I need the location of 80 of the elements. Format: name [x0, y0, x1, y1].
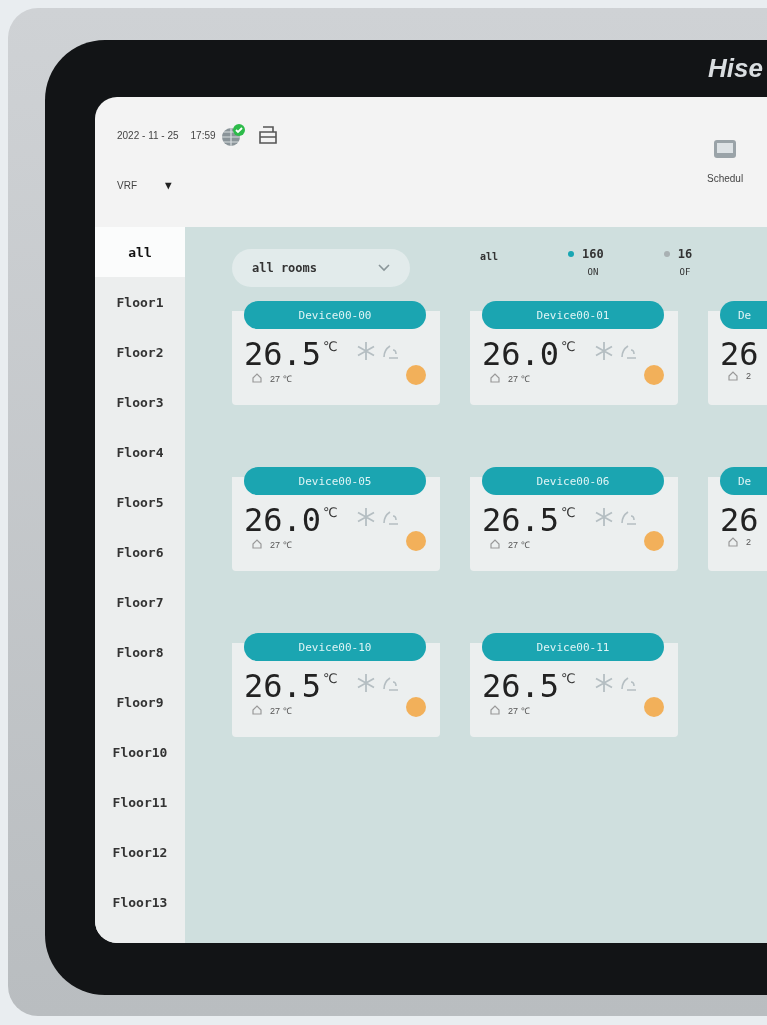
set-temperature: 26.5 [482, 669, 560, 703]
floor-item[interactable]: Floor13 [95, 877, 185, 927]
floor-item[interactable]: Floor12 [95, 827, 185, 877]
home-icon [728, 537, 738, 547]
power-button[interactable] [406, 365, 426, 385]
all-filter[interactable]: all [480, 251, 499, 262]
device-card[interactable]: De 26 2 [708, 301, 767, 405]
set-temperature: 26.0 [482, 337, 560, 371]
power-button[interactable] [406, 531, 426, 551]
time-text: 17:59 [190, 129, 216, 141]
brand-logo: Hise [708, 53, 763, 84]
room-temperature: 27 ℃ [270, 704, 292, 717]
set-temperature: 26 [720, 503, 759, 537]
floor-item[interactable]: Floor2 [95, 327, 185, 377]
room-temperature: 27 ℃ [508, 538, 530, 551]
floor-item[interactable]: Floor1 [95, 277, 185, 327]
home-icon [490, 705, 500, 715]
power-button[interactable] [644, 531, 664, 551]
set-temperature: 26.5 [244, 669, 322, 703]
floor-item[interactable]: Floor7 [95, 577, 185, 627]
count-value: 160 [582, 247, 604, 261]
count-value: 16 [677, 247, 693, 261]
device-card[interactable]: Device00-00 26.5℃ 27 ℃ [232, 301, 440, 405]
power-button[interactable] [644, 365, 664, 385]
room-temperature: 27 ℃ [508, 704, 530, 717]
snowflake-icon [355, 673, 376, 693]
set-temperature: 26.0 [244, 503, 322, 537]
room-temperature: 2 [746, 371, 751, 381]
floor-item[interactable]: all [95, 227, 185, 277]
floor-item[interactable]: Floor9 [95, 677, 185, 727]
snowflake-icon [593, 341, 614, 361]
room-temperature: 27 ℃ [508, 372, 530, 385]
dropdown-caret[interactable]: ▼ [165, 179, 172, 192]
home-icon [728, 371, 738, 381]
monitor-icon[interactable] [713, 139, 738, 161]
power-button[interactable] [406, 697, 426, 717]
floor-item[interactable]: Floor3 [95, 377, 185, 427]
system-dropdown[interactable]: VRF [117, 180, 137, 191]
date-text: 2022 - 11 - 25 [117, 129, 179, 141]
snowflake-icon [355, 341, 376, 361]
device-card[interactable]: De 26 2 [708, 467, 767, 571]
network-connected-icon[interactable] [219, 123, 246, 147]
status-label: OF [679, 267, 691, 277]
room-temperature: 27 ℃ [270, 372, 292, 385]
set-temperature: 26 [720, 337, 759, 371]
snowflake-icon [355, 507, 376, 527]
device-card[interactable]: Device00-10 26.5℃ 27 ℃ [232, 633, 440, 737]
floor-item[interactable]: Floor8 [95, 627, 185, 677]
floor-item[interactable]: Floor4 [95, 427, 185, 477]
snowflake-icon [593, 507, 614, 527]
status-label: ON [587, 267, 599, 277]
temperature-unit: ℃ [323, 671, 338, 686]
device-card[interactable]: Device00-06 26.5℃ 27 ℃ [470, 467, 678, 571]
printer-icon[interactable] [257, 125, 278, 145]
home-icon [252, 373, 262, 383]
power-button[interactable] [644, 697, 664, 717]
home-icon [490, 373, 500, 383]
temperature-unit: ℃ [323, 339, 338, 354]
device-card[interactable]: Device00-05 26.0℃ 27 ℃ [232, 467, 440, 571]
home-icon [490, 539, 500, 549]
temperature-unit: ℃ [561, 505, 576, 520]
temperature-unit: ℃ [561, 671, 576, 686]
snowflake-icon [593, 673, 614, 693]
set-temperature: 26.5 [244, 337, 322, 371]
room-temperature: 2 [746, 537, 751, 547]
chevron-down-icon [378, 264, 390, 272]
device-card[interactable]: Device00-11 26.5℃ 27 ℃ [470, 633, 678, 737]
set-temperature: 26.5 [482, 503, 560, 537]
floor-item[interactable]: Floor10 [95, 727, 185, 777]
floor-item[interactable]: Floor5 [95, 477, 185, 527]
room-temperature: 27 ℃ [270, 538, 292, 551]
floor-item[interactable]: Floor6 [95, 527, 185, 577]
schedule-tab[interactable]: Schedul [707, 173, 744, 184]
room-dropdown[interactable]: all rooms [232, 249, 410, 287]
temperature-unit: ℃ [323, 505, 338, 520]
temperature-unit: ℃ [561, 339, 576, 354]
home-icon [252, 705, 262, 715]
floor-item[interactable]: Floor11 [95, 777, 185, 827]
device-card[interactable]: Device00-01 26.0℃ 27 ℃ [470, 301, 678, 405]
home-icon [252, 539, 262, 549]
